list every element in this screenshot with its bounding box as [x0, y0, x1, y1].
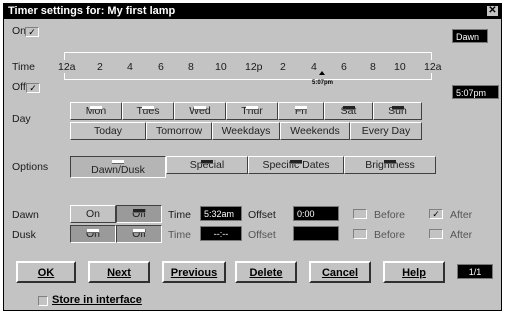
- help-button[interactable]: Help: [383, 261, 445, 283]
- store-checkbox[interactable]: [38, 296, 48, 306]
- timer-settings-window: Timer settings for: My first lamp ✕ On ✓…: [3, 3, 502, 311]
- day-tues-button[interactable]: Tues: [122, 102, 174, 120]
- dawn-off-button[interactable]: Off: [116, 205, 162, 223]
- tab-dawn-dusk[interactable]: Dawn/Dusk: [70, 156, 166, 178]
- tick-label: 4: [311, 61, 317, 73]
- day-weekdays-button[interactable]: Weekdays: [212, 122, 280, 140]
- delete-button[interactable]: Delete: [235, 261, 297, 283]
- next-button[interactable]: Next: [88, 261, 150, 283]
- dusk-time-label: Time: [168, 229, 191, 241]
- day-every-day-button[interactable]: Every Day: [350, 122, 422, 140]
- tick-label: 8: [188, 61, 194, 73]
- tab-brightness[interactable]: Brightness: [344, 156, 436, 174]
- tick-label: 10: [215, 61, 227, 73]
- tick-label: 8: [370, 61, 376, 73]
- timeline-marker-icon[interactable]: [319, 71, 325, 75]
- dusk-before-checkbox[interactable]: [353, 229, 367, 239]
- dusk-label: Dusk: [12, 229, 36, 241]
- dusk-after-checkbox[interactable]: [429, 229, 443, 239]
- dawn-before-label: Before: [374, 209, 405, 221]
- off-checkbox[interactable]: ✓: [26, 83, 40, 93]
- dawn-label: Dawn: [12, 209, 39, 221]
- tick-label: 10: [394, 61, 406, 73]
- day-wed-button[interactable]: Wed: [174, 102, 226, 120]
- dusk-after-label: After: [450, 229, 473, 241]
- options-label: Options: [12, 161, 49, 173]
- dawn-time-label: Time: [168, 209, 191, 221]
- dawn-offset-input[interactable]: 0:00: [293, 206, 339, 221]
- dusk-offset-label: Offset: [248, 229, 276, 241]
- dusk-off-button[interactable]: Off: [116, 225, 162, 243]
- previous-button[interactable]: Previous: [162, 261, 226, 283]
- dusk-before-label: Before: [374, 229, 405, 241]
- day-label: Day: [12, 113, 31, 125]
- day-weekends-button[interactable]: Weekends: [280, 122, 350, 140]
- ok-button[interactable]: OK: [16, 261, 76, 283]
- day-selector: Mon Tues Wed Thur Fri Sat Sun Today Tomo…: [70, 102, 422, 140]
- window-title: Timer settings for: My first lamp: [8, 5, 176, 17]
- day-fri-button[interactable]: Fri: [278, 102, 324, 120]
- timeline[interactable]: 12a 2 4 6 8 10 12p 2 4 6 8 10 12a 5:07pm: [54, 52, 442, 92]
- tick-label: 2: [280, 61, 286, 73]
- tick-label: 12p: [245, 61, 263, 73]
- day-today-button[interactable]: Today: [70, 122, 146, 140]
- tick-label: 6: [158, 61, 164, 73]
- dusk-offset-input[interactable]: [293, 226, 339, 241]
- tick-label: 4: [127, 61, 133, 73]
- day-mon-button[interactable]: Mon: [70, 102, 122, 120]
- tick-label: 12a: [58, 61, 76, 73]
- dawn-before-checkbox[interactable]: [353, 209, 367, 219]
- dawn-after-label: After: [450, 209, 473, 221]
- store-label: Store in interface: [52, 294, 142, 306]
- options-tabs: Dawn/Dusk Special Specific Dates Brightn…: [70, 156, 438, 178]
- dawn-offset-label: Offset: [248, 209, 276, 221]
- tick-label: 12a: [424, 61, 442, 73]
- dawn-time-display: 5:32am: [200, 206, 242, 221]
- tab-special[interactable]: Special: [166, 156, 248, 174]
- on-label: On: [12, 25, 27, 37]
- page-counter: 1/1: [457, 264, 493, 279]
- day-tomorrow-button[interactable]: Tomorrow: [146, 122, 212, 140]
- off-time-display: 5:07pm: [452, 85, 499, 99]
- time-label: Time: [12, 61, 35, 73]
- day-thur-button[interactable]: Thur: [226, 102, 278, 120]
- title-bar: Timer settings for: My first lamp ✕: [4, 4, 501, 19]
- dawn-on-button[interactable]: On: [70, 205, 116, 223]
- off-label: Off: [12, 81, 26, 93]
- day-sat-button[interactable]: Sat: [324, 102, 373, 120]
- cancel-button[interactable]: Cancel: [309, 261, 371, 283]
- on-checkbox[interactable]: ✓: [25, 27, 39, 37]
- timeline-marker-label: 5:07pm: [312, 80, 334, 86]
- tick-label: 2: [97, 61, 103, 73]
- on-time-display: Dawn: [452, 29, 488, 43]
- dusk-on-button[interactable]: On: [70, 225, 116, 243]
- tab-specific-dates[interactable]: Specific Dates: [248, 156, 344, 174]
- dusk-time-display: --:--: [200, 226, 242, 241]
- close-icon[interactable]: ✕: [487, 6, 498, 16]
- dawn-after-checkbox[interactable]: ✓: [429, 209, 443, 219]
- tick-label: 6: [341, 61, 347, 73]
- day-sun-button[interactable]: Sun: [373, 102, 422, 120]
